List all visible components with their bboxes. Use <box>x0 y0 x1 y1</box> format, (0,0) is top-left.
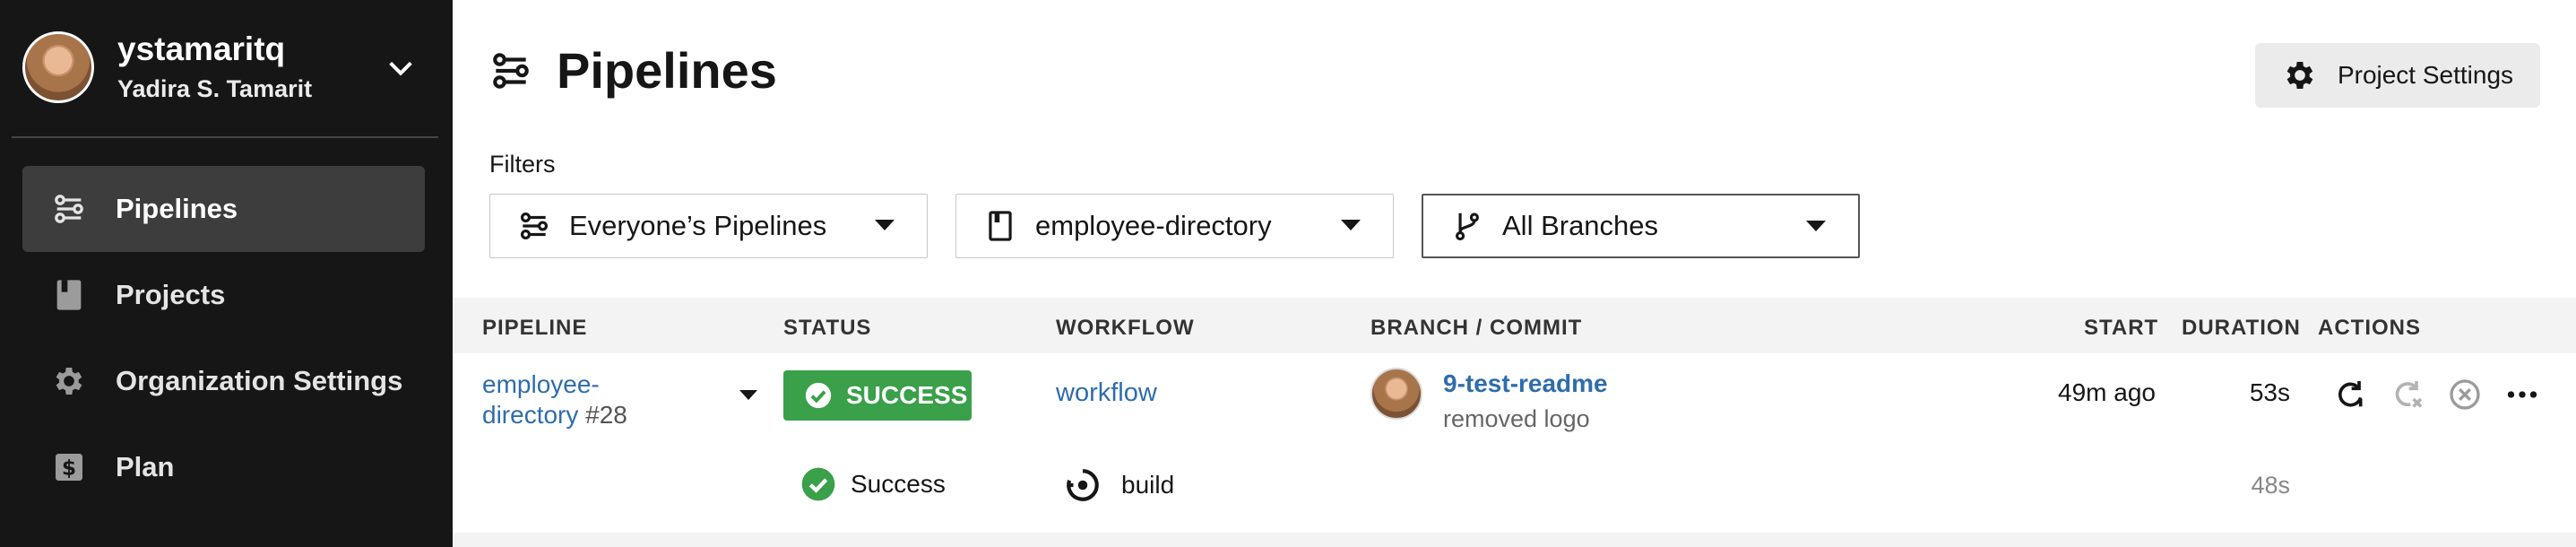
page-header: Pipelines <box>488 41 777 100</box>
filters-label: Filters <box>489 151 556 178</box>
caret-down-icon <box>1806 221 1826 231</box>
dollar-icon: $ <box>51 449 87 485</box>
job-status-label: Success <box>851 470 946 498</box>
sidebar-item-organization-settings[interactable]: Organization Settings <box>22 338 425 424</box>
job-status: Success <box>800 466 946 502</box>
user-info: ystamaritq Yadira S. Tamarit <box>117 30 313 103</box>
status-badge[interactable]: SUCCESS <box>783 370 972 421</box>
check-circle-icon <box>801 467 835 501</box>
project-filter-select[interactable]: employee-directory <box>955 194 1394 258</box>
column-status: STATUS <box>783 316 872 340</box>
column-workflow: WORKFLOW <box>1056 316 1195 340</box>
job-duration: 48s <box>2251 472 2290 499</box>
project-filter-value: employee-directory <box>1035 210 1272 241</box>
table-row: employee-directory #28 SUCCESS workflow … <box>453 353 2576 533</box>
sidebar-item-label: Organization Settings <box>116 365 403 396</box>
table-divider <box>453 533 2576 547</box>
pipeline-duration: 53s <box>2249 378 2290 406</box>
cancel-icon[interactable] <box>2445 375 2485 414</box>
pipelines-table-header: PIPELINE STATUS WORKFLOW BRANCH / COMMIT… <box>453 298 2576 353</box>
pipelines-icon <box>520 212 549 240</box>
pipeline-start: 49m ago <box>2058 378 2156 406</box>
book-icon <box>51 277 87 313</box>
avatar <box>1370 368 1422 420</box>
sidebar-item-label: Projects <box>116 279 226 310</box>
pipelines-icon <box>51 191 87 227</box>
caret-down-icon <box>875 220 895 230</box>
user-login: ystamaritq <box>117 30 286 68</box>
status-label: SUCCESS <box>846 381 968 409</box>
book-icon <box>989 211 1012 241</box>
pipelines-icon <box>493 52 529 89</box>
project-settings-label: Project Settings <box>2337 61 2514 89</box>
pipelines-filter-select[interactable]: Everyone’s Pipelines <box>489 194 928 258</box>
sidebar: ystamaritq Yadira S. Tamarit Pipelines P… <box>0 0 453 547</box>
sidebar-divider <box>12 136 438 138</box>
branch-filter-value: All Branches <box>1502 210 1659 241</box>
column-actions: ACTIONS <box>2318 316 2421 340</box>
gear-icon <box>2286 62 2313 89</box>
column-branch-commit: BRANCH / COMMIT <box>1370 316 1583 340</box>
job-link[interactable]: build <box>1064 466 1174 504</box>
sidebar-nav: Pipelines Projects Organization Settings <box>22 166 425 510</box>
main-content: Pipelines Project Settings Filters Every… <box>453 0 2576 547</box>
expand-caret-icon[interactable] <box>739 390 757 400</box>
caret-down-icon <box>1341 220 1361 230</box>
pipeline-number: #28 <box>585 400 627 429</box>
sidebar-item-plan[interactable]: $ Plan <box>22 424 425 510</box>
page-title: Pipelines <box>557 42 777 99</box>
svg-text:$: $ <box>62 455 76 480</box>
sidebar-item-label: Plan <box>116 451 175 482</box>
job-icon <box>1067 469 1099 501</box>
column-start: START <box>2084 316 2159 340</box>
check-circle-icon <box>805 382 832 409</box>
pipeline-project-link[interactable]: employee-directory <box>482 370 600 429</box>
branch-link[interactable]: 9-test-readme <box>1443 369 1608 398</box>
gear-icon <box>51 363 87 399</box>
job-name: build <box>1121 471 1175 499</box>
user-menu[interactable]: ystamaritq Yadira S. Tamarit <box>22 30 430 105</box>
rerun-icon[interactable] <box>2330 375 2370 414</box>
chevron-down-icon[interactable] <box>385 53 416 83</box>
user-full-name: Yadira S. Tamarit <box>117 74 313 102</box>
row-actions <box>2330 375 2560 414</box>
workflow-link[interactable]: workflow <box>1056 378 1157 408</box>
column-pipeline: PIPELINE <box>482 316 588 340</box>
sidebar-item-label: Pipelines <box>116 193 238 224</box>
user-avatar <box>22 31 94 103</box>
branch-filter-select[interactable]: All Branches <box>1422 194 1860 258</box>
branch-icon <box>1456 213 1479 241</box>
rerun-failed-icon[interactable] <box>2388 375 2427 414</box>
sidebar-item-projects[interactable]: Projects <box>22 252 425 338</box>
more-options-icon[interactable] <box>2503 375 2542 414</box>
pipelines-filter-value: Everyone’s Pipelines <box>569 210 827 241</box>
commit-message: removed logo <box>1443 405 1590 432</box>
sidebar-item-pipelines[interactable]: Pipelines <box>22 166 425 252</box>
project-settings-button[interactable]: Project Settings <box>2255 43 2540 108</box>
pipeline-name: employee-directory #28 <box>482 369 635 430</box>
column-duration: DURATION <box>2182 316 2301 340</box>
